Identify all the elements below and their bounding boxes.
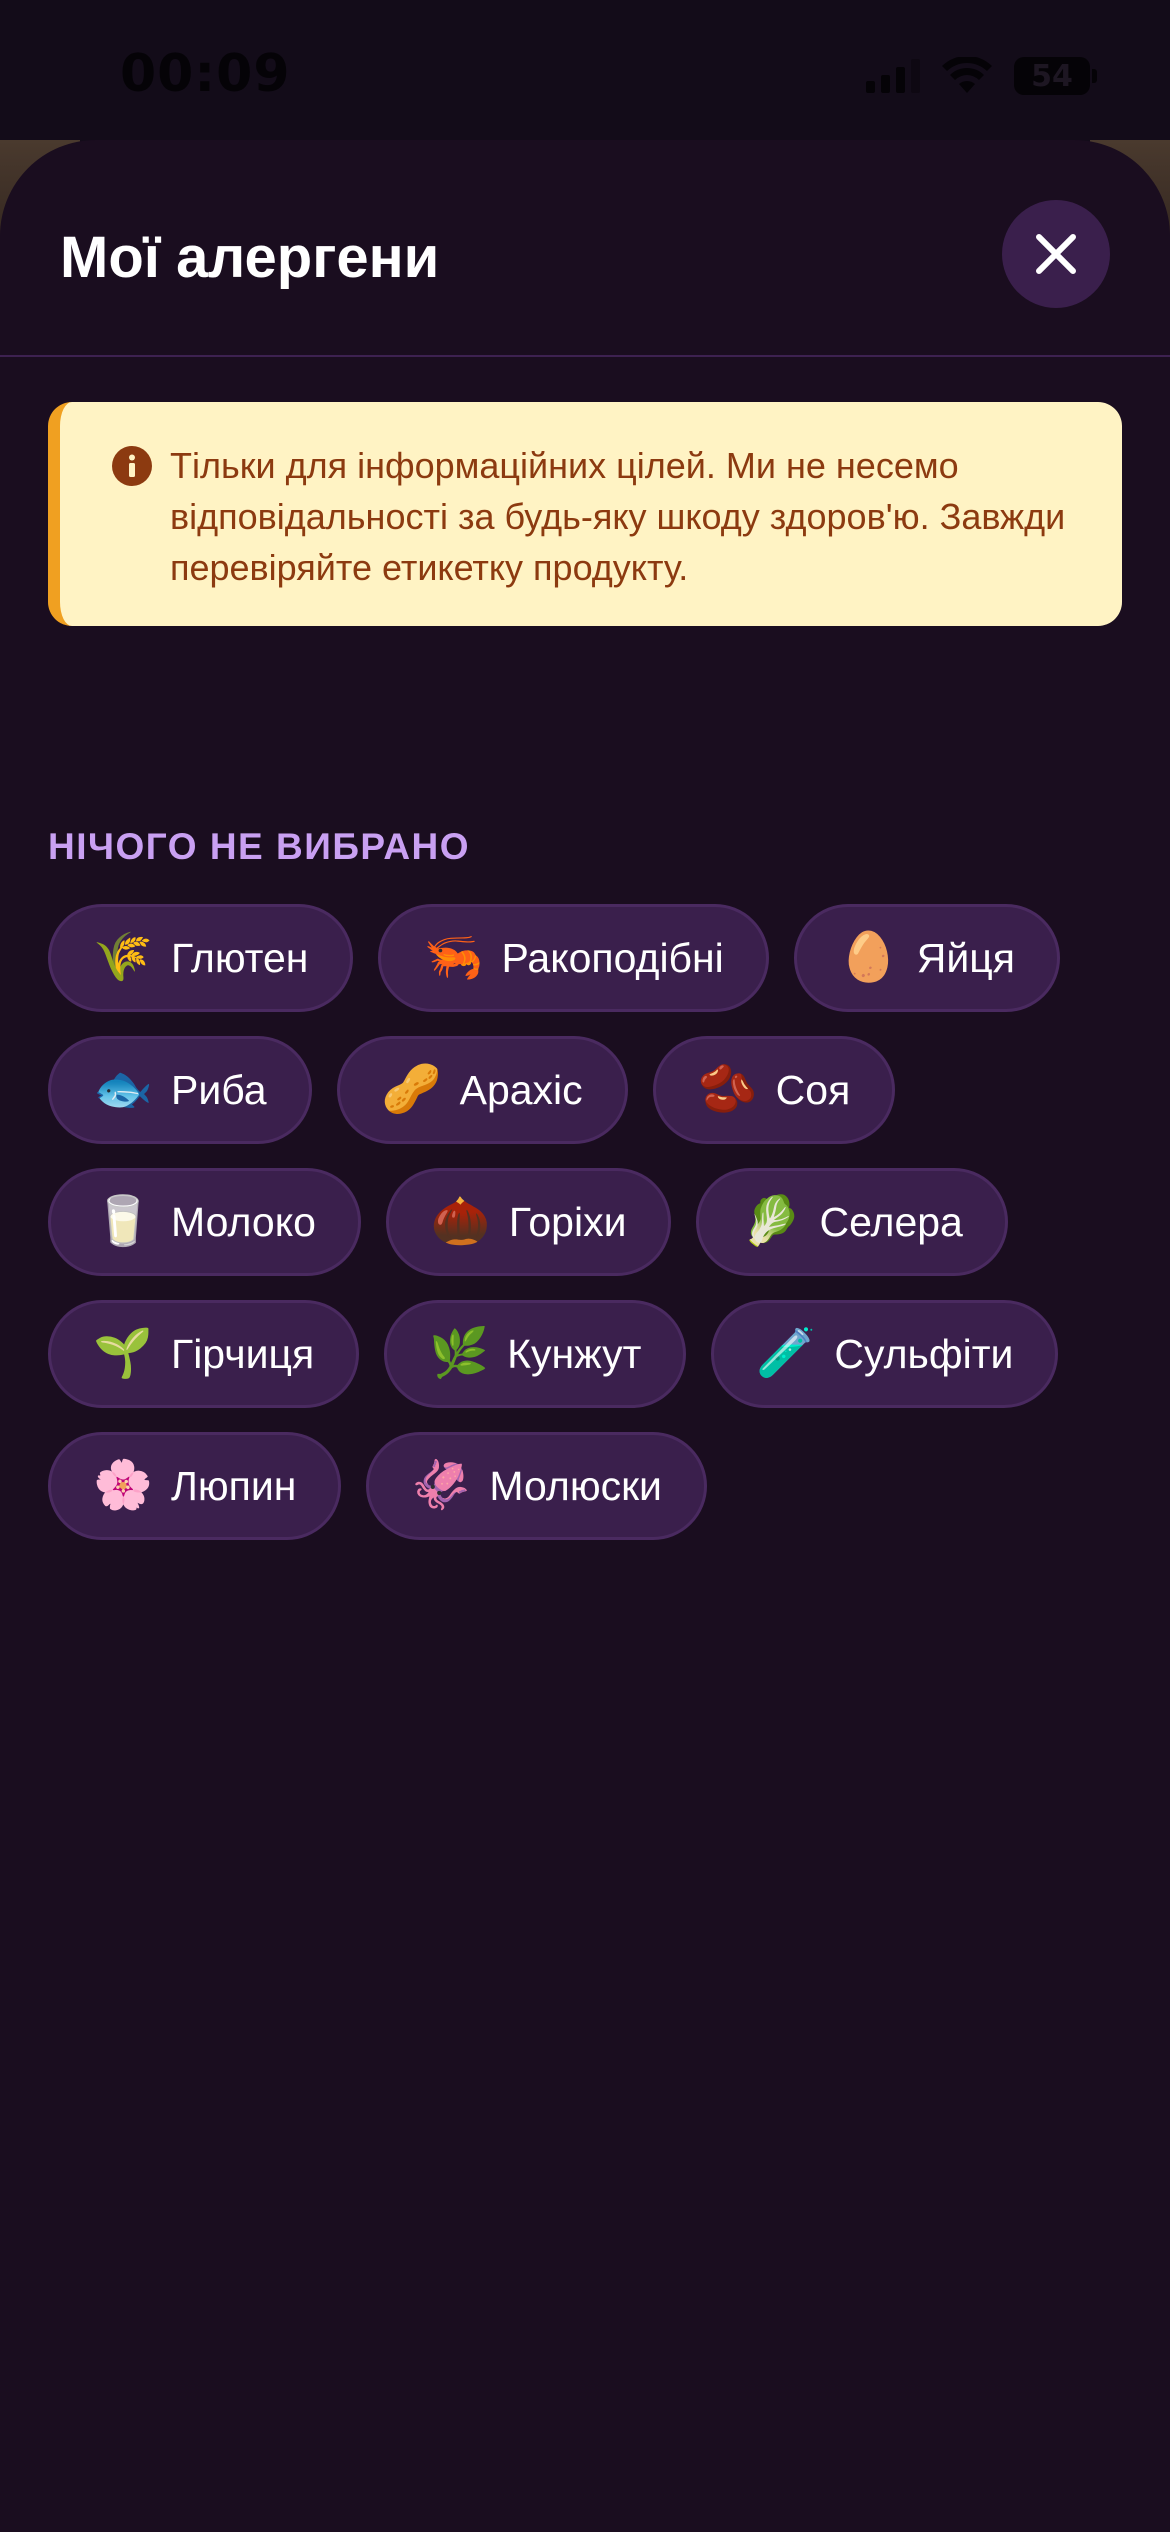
disclaimer-banner: Тільки для інформаційних цілей. Ми не не… <box>48 402 1122 626</box>
allergen-chip-label: Молоко <box>171 1198 316 1245</box>
milk-glass-icon: 🥛 <box>93 1195 153 1248</box>
sheet-title: Мої алергени <box>60 225 440 290</box>
allergen-chip-label: Соя <box>775 1066 851 1113</box>
allergen-chip-label: Гірчиця <box>171 1330 315 1377</box>
allergen-chip[interactable]: 🌸 Люпин <box>48 1432 342 1540</box>
wifi-icon <box>942 57 992 93</box>
close-icon <box>1036 234 1076 274</box>
allergen-chip[interactable]: 🥜 Арахіс <box>336 1036 628 1144</box>
info-icon <box>112 446 152 486</box>
allergen-chip[interactable]: 🦐 Ракоподібні <box>378 904 769 1012</box>
herb-icon: 🌿 <box>429 1327 489 1380</box>
fish-icon: 🐟 <box>93 1063 153 1116</box>
leafy-green-icon: 🥬 <box>741 1195 802 1248</box>
allergen-chip-label: Молюски <box>489 1462 662 1509</box>
allergens-sheet: Мої алергени Тільки для інформаційних ці… <box>0 140 1170 2532</box>
status-time: 00:09 <box>120 44 291 104</box>
allergen-chip[interactable]: 🥛 Молоко <box>48 1168 361 1276</box>
beans-icon: 🫘 <box>697 1063 758 1116</box>
close-button[interactable] <box>1002 200 1110 308</box>
allergen-chip-list: 🌾 Глютен 🦐 Ракоподібні 🥚 Яйця 🐟 Риба 🥜 Арахіс 🫘 Соя… <box>48 904 1128 1540</box>
allergen-chip[interactable]: 🧪 Сульфіти <box>711 1300 1059 1408</box>
allergen-chip[interactable]: 🌿 Кунжут <box>384 1300 687 1408</box>
selection-status-label: НІЧОГО НЕ ВИБРАНО <box>48 826 471 867</box>
test-tube-icon: 🧪 <box>756 1327 817 1380</box>
allergen-chip-label: Яйця <box>916 934 1015 981</box>
allergen-chip-label: Арахіс <box>459 1066 583 1113</box>
cherry-blossom-icon: 🌸 <box>93 1459 153 1512</box>
egg-icon: 🥚 <box>838 931 899 984</box>
allergen-chip[interactable]: 🐟 Риба <box>48 1036 312 1144</box>
allergen-chip[interactable]: 🥚 Яйця <box>793 904 1060 1012</box>
battery-icon: 54 <box>1014 57 1097 95</box>
shrimp-icon: 🦐 <box>423 931 484 984</box>
allergen-chip-label: Горіхи <box>508 1198 627 1245</box>
allergen-chip-label: Риба <box>171 1066 267 1113</box>
allergen-chip-label: Ракоподібні <box>501 934 724 981</box>
allergen-chip[interactable]: 🌰 Горіхи <box>385 1168 672 1276</box>
battery-level: 54 <box>1031 58 1073 94</box>
allergen-chip[interactable]: 🥬 Селера <box>696 1168 1008 1276</box>
sheaf-of-rice-icon: 🌾 <box>93 931 153 984</box>
chestnut-icon: 🌰 <box>430 1195 491 1248</box>
allergen-chip-label: Селера <box>819 1198 963 1245</box>
allergen-chip-label: Глютен <box>171 934 309 981</box>
squid-icon: 🦑 <box>411 1459 472 1512</box>
status-icons: 54 <box>866 56 1097 96</box>
cellular-signal-icon <box>866 59 920 93</box>
seedling-icon: 🌱 <box>93 1327 153 1380</box>
status-bar: 00:09 54 <box>0 0 1170 145</box>
allergen-chip-label: Сульфіти <box>834 1330 1014 1377</box>
allergen-chip-label: Кунжут <box>507 1330 642 1377</box>
sheet-header: Мої алергени <box>0 140 1170 357</box>
peanut-icon: 🥜 <box>381 1063 442 1116</box>
allergen-chip-label: Люпин <box>171 1462 297 1509</box>
disclaimer-text: Тільки для інформаційних цілей. Ми не не… <box>170 445 1066 588</box>
allergen-chip[interactable]: 🌱 Гірчиця <box>48 1300 360 1408</box>
allergen-chip[interactable]: 🦑 Молюски <box>366 1432 707 1540</box>
allergen-chip[interactable]: 🫘 Соя <box>652 1036 896 1144</box>
allergen-chip[interactable]: 🌾 Глютен <box>48 904 354 1012</box>
